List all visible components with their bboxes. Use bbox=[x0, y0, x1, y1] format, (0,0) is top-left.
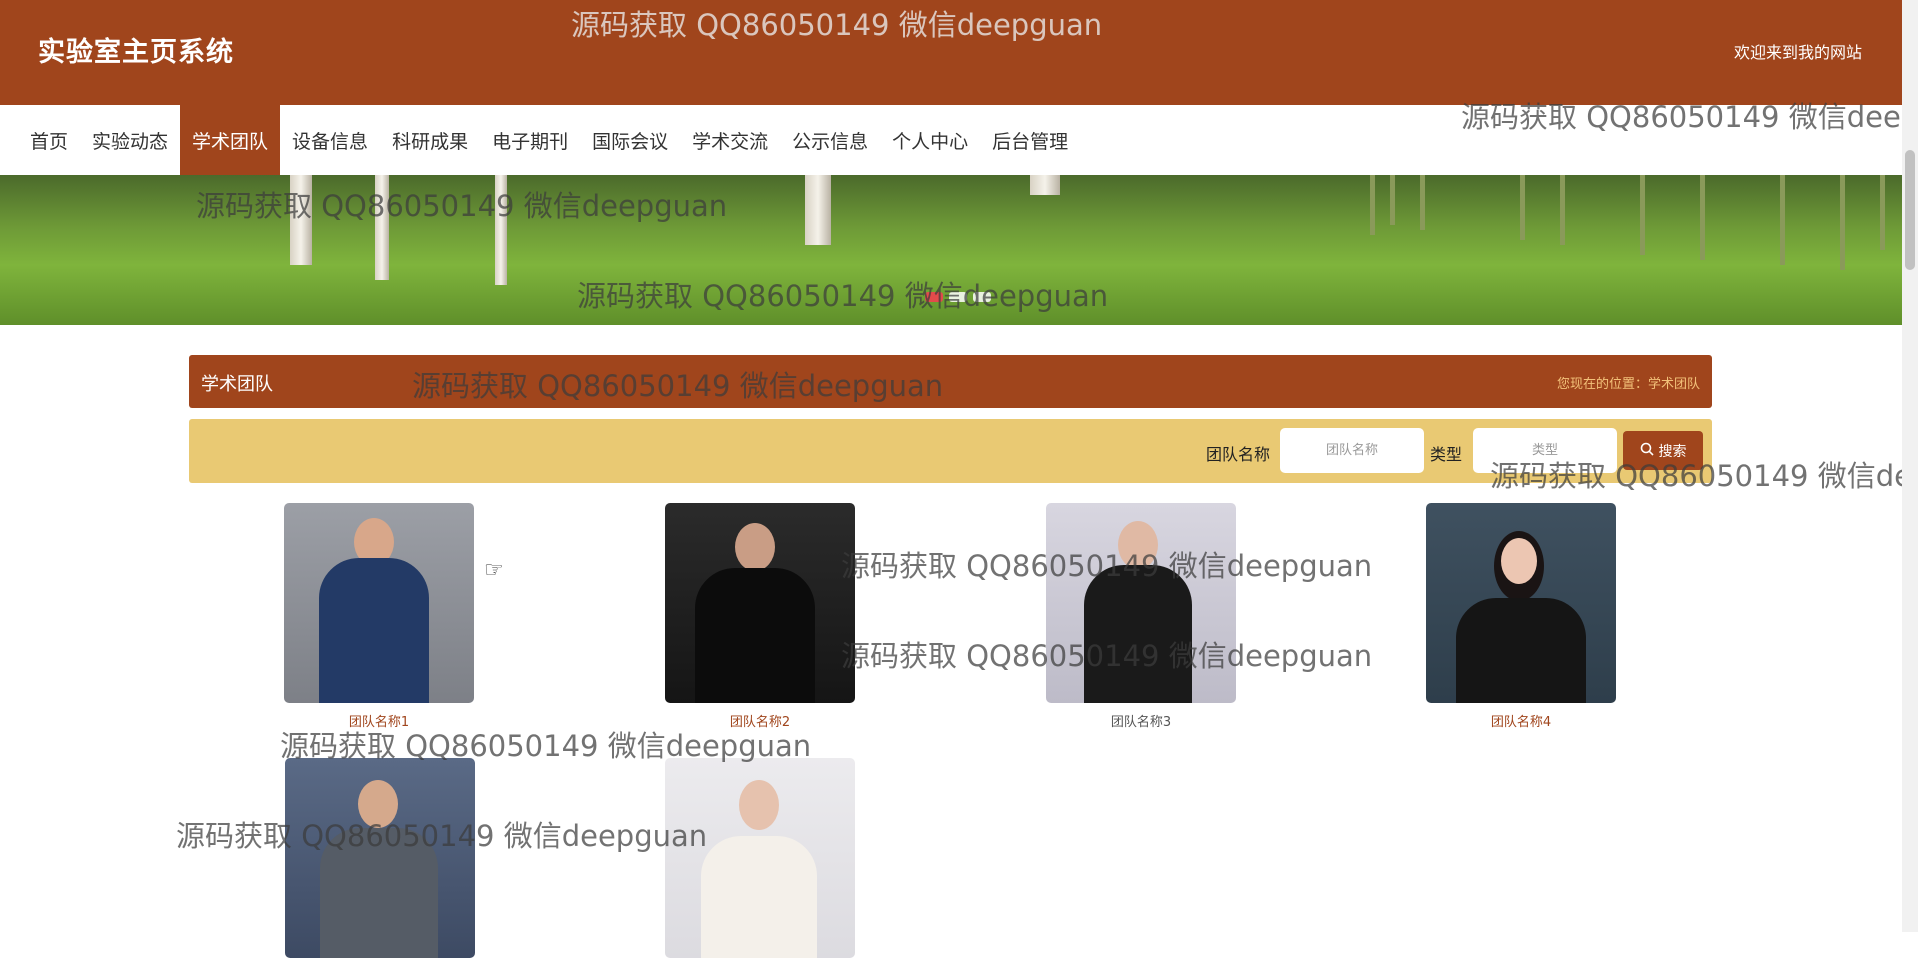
breadcrumb: 您现在的位置：学术团队 bbox=[1556, 377, 1700, 392]
scrollbar-thumb[interactable] bbox=[1905, 150, 1915, 270]
main-nav: 首页 实验动态 学术团队 设备信息 科研成果 电子期刊 国际会议 学术交流 公示… bbox=[0, 105, 1902, 175]
team-photo bbox=[665, 503, 855, 703]
nav-item-exchange[interactable]: 学术交流 bbox=[680, 105, 780, 175]
team-name: 团队名称3 bbox=[1110, 715, 1172, 730]
carousel-dot[interactable] bbox=[925, 292, 943, 302]
team-name-label: 团队名称 bbox=[1206, 445, 1271, 464]
team-name: 团队名称2 bbox=[729, 715, 791, 730]
search-button-label: 搜索 bbox=[1658, 443, 1687, 460]
team-card[interactable]: 团队名称4 bbox=[1426, 503, 1616, 730]
section-title: 学术团队 bbox=[201, 374, 273, 395]
nav-item-journals[interactable]: 电子期刊 bbox=[480, 105, 580, 175]
team-name: 团队名称1 bbox=[348, 715, 410, 730]
mouse-pointer-icon: ☞ bbox=[484, 558, 504, 583]
team-name: 团队名称4 bbox=[1490, 715, 1552, 730]
carousel-dot[interactable] bbox=[973, 292, 991, 302]
team-card[interactable]: 团队名称3 bbox=[1046, 503, 1236, 730]
team-photo bbox=[1046, 503, 1236, 703]
team-card[interactable] bbox=[665, 758, 855, 966]
search-button[interactable]: 搜索 bbox=[1623, 431, 1703, 470]
team-photo bbox=[284, 503, 474, 703]
team-card[interactable]: 团队名称2 bbox=[665, 503, 855, 730]
team-photo bbox=[285, 758, 475, 958]
team-card[interactable] bbox=[285, 758, 475, 966]
nav-item-equipment[interactable]: 设备信息 bbox=[280, 105, 380, 175]
nav-item-profile[interactable]: 个人中心 bbox=[880, 105, 980, 175]
header-bar: 实验室主页系统 欢迎来到我的网站 bbox=[0, 0, 1902, 105]
search-icon bbox=[1640, 442, 1654, 460]
nav-item-admin[interactable]: 后台管理 bbox=[980, 105, 1080, 175]
nav-item-home[interactable]: 首页 bbox=[18, 105, 80, 175]
search-bar: 团队名称 类型 搜索 bbox=[189, 419, 1712, 483]
type-input[interactable] bbox=[1473, 428, 1617, 473]
nav-item-research[interactable]: 科研成果 bbox=[380, 105, 480, 175]
type-label: 类型 bbox=[1430, 445, 1463, 464]
site-title: 实验室主页系统 bbox=[38, 37, 234, 68]
team-photo bbox=[665, 758, 855, 958]
nav-item-notices[interactable]: 公示信息 bbox=[780, 105, 880, 175]
welcome-text: 欢迎来到我的网站 bbox=[1733, 43, 1862, 62]
nav-item-conferences[interactable]: 国际会议 bbox=[580, 105, 680, 175]
carousel-indicators bbox=[925, 292, 991, 302]
team-photo bbox=[1426, 503, 1616, 703]
team-name-input[interactable] bbox=[1280, 428, 1424, 473]
team-card[interactable]: 团队名称1 bbox=[284, 503, 474, 730]
banner-image bbox=[0, 175, 1902, 325]
nav-item-academic-team[interactable]: 学术团队 bbox=[180, 105, 281, 175]
page-scrollbar[interactable] bbox=[1902, 0, 1918, 932]
section-title-bar: 学术团队 您现在的位置：学术团队 bbox=[189, 355, 1712, 408]
carousel-dot[interactable] bbox=[949, 292, 967, 302]
nav-item-lab-news[interactable]: 实验动态 bbox=[80, 105, 180, 175]
